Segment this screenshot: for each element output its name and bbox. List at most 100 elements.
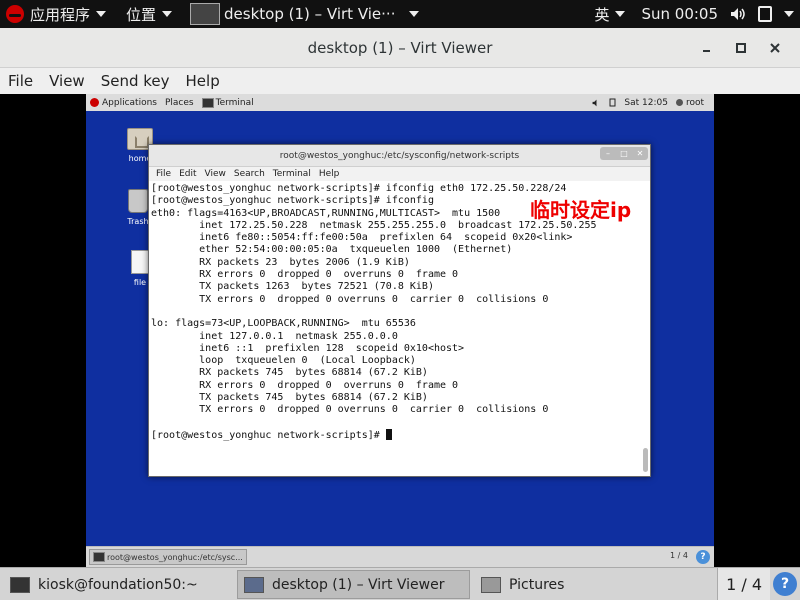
terminal-scrollbar[interactable] [643, 185, 648, 472]
term-menu-view[interactable]: View [201, 169, 230, 179]
term-menu-file[interactable]: File [152, 169, 175, 179]
guest-places-label: Places [164, 97, 194, 108]
desktop-icon-label: Trash [127, 217, 149, 226]
terminal-titlebar[interactable]: root@westos_yonghuc:/etc/sysconfig/netwo… [149, 145, 650, 167]
guest-bottom-panel: root@westos_yonghuc:/etc/sysc... 1 / 4 ? [86, 546, 714, 567]
help-icon[interactable]: ? [773, 572, 797, 596]
speaker-icon[interactable] [588, 99, 605, 107]
clipboard-icon[interactable] [605, 98, 620, 107]
host-window-menu[interactable]: desktop (1) – Virt Vie··· [184, 0, 425, 28]
menu-view[interactable]: View [41, 72, 93, 90]
host-places-label: 位置 [126, 5, 157, 24]
host-applications-menu[interactable]: 应用程序 [0, 0, 112, 28]
terminal-output[interactable]: [root@westos_yonghuc network-scripts]# i… [149, 181, 640, 476]
annotation-text: 临时设定ip [530, 198, 632, 222]
taskbar-item-pictures[interactable]: Pictures [474, 570, 702, 599]
system-menu-arrow[interactable] [778, 0, 800, 28]
trash-icon [128, 189, 148, 213]
guest-top-panel: Applications Places Terminal Sat 12:05 r… [86, 94, 714, 111]
terminal-line: inet 127.0.0.1 netmask 255.0.0.0 [151, 330, 398, 342]
host-workspace-pager[interactable]: 1 / 4 [717, 568, 770, 600]
chevron-down-icon [615, 11, 626, 17]
pictures-icon [481, 576, 501, 593]
terminal-prompt-line[interactable]: [root@westos_yonghuc network-scripts]# [151, 428, 638, 442]
terminal-line: ​ [151, 306, 638, 318]
guest-places-menu[interactable]: Places [161, 98, 198, 108]
guest-workspace-pager[interactable]: 1 / 4 [670, 551, 688, 560]
terminal-line: TX packets 1263 bytes 72521 (70.8 KiB) [151, 281, 434, 293]
term-menu-edit[interactable]: Edit [175, 169, 200, 179]
redhat-icon [90, 98, 99, 107]
guest-applications-menu[interactable]: Applications [86, 98, 161, 108]
close-icon[interactable] [760, 28, 790, 68]
maximize-icon[interactable]: □ [616, 147, 632, 160]
host-taskbar: kiosk@foundation50:~ desktop (1) – Virt … [0, 567, 800, 600]
guest-clock[interactable]: Sat 12:05 [620, 98, 672, 108]
menu-help[interactable]: Help [178, 72, 228, 90]
guest-taskbar-terminal[interactable]: root@westos_yonghuc:/etc/sysc... [89, 549, 247, 565]
term-menu-terminal[interactable]: Terminal [269, 169, 315, 179]
guest-task-label: Terminal [215, 97, 254, 108]
chevron-down-icon [96, 11, 107, 17]
terminal-line: ​ [151, 417, 638, 429]
terminal-icon [10, 576, 30, 593]
terminal-line: loop txqueuelen 0 (Local Loopback) [151, 355, 416, 367]
terminal-line: TX errors 0 dropped 0 overruns 0 carrier… [151, 293, 549, 305]
host-window-title: desktop (1) – Virt Vie··· [224, 5, 396, 23]
file-icon [131, 250, 149, 274]
menu-send-key[interactable]: Send key [93, 72, 178, 90]
guest-applications-label: Applications [102, 97, 157, 108]
speaker-icon[interactable] [724, 0, 752, 28]
scrollbar-thumb[interactable] [643, 448, 648, 472]
terminal-line: TX errors 0 dropped 0 overruns 0 carrier… [151, 404, 549, 416]
terminal-menubar: File Edit View Search Terminal Help [149, 167, 650, 181]
chevron-down-icon [162, 11, 173, 17]
terminal-line: lo: flags=73<UP,LOOPBACK,RUNNING> mtu 65… [151, 318, 416, 330]
help-icon[interactable]: ? [696, 550, 710, 564]
maximize-icon[interactable] [726, 28, 756, 68]
taskbar-label: desktop (1) – Virt Viewer [272, 576, 445, 593]
host-places-menu[interactable]: 位置 [120, 0, 178, 28]
guest-user-menu[interactable]: root [672, 98, 708, 108]
virt-viewer-title: desktop (1) – Virt Viewer [307, 38, 493, 57]
minimize-icon[interactable]: – [600, 147, 616, 160]
minimize-icon[interactable] [692, 28, 722, 68]
terminal-title: root@westos_yonghuc:/etc/sysconfig/netwo… [279, 150, 520, 161]
chevron-down-icon [409, 11, 420, 17]
host-top-panel: 应用程序 位置 desktop (1) – Virt Vie··· 英 Sun … [0, 0, 800, 28]
input-method-indicator[interactable]: 英 [588, 0, 631, 28]
close-icon[interactable]: ✕ [632, 147, 648, 160]
taskbar-item-terminal[interactable]: kiosk@foundation50:~ [3, 570, 235, 599]
redhat-icon [6, 5, 24, 23]
terminal-line: RX packets 745 bytes 68814 (67.2 KiB) [151, 367, 428, 379]
terminal-line: inet6 ::1 prefixlen 128 scopeid 0x10<hos… [151, 342, 465, 354]
desktop-icon-label: file [133, 278, 147, 287]
terminal-line: RX errors 0 dropped 0 overruns 0 frame 0 [151, 269, 459, 281]
taskbar-label: Pictures [509, 576, 565, 593]
guest-user-label: root [685, 97, 704, 108]
chevron-down-icon [784, 11, 794, 17]
host-clock-label: Sun 00:05 [641, 5, 718, 23]
virt-viewer-menubar: File View Send key Help [0, 68, 800, 94]
terminal-cursor [385, 428, 392, 440]
window-thumbnail-icon [190, 3, 221, 25]
user-icon [675, 99, 683, 106]
clipboard-icon[interactable] [752, 0, 778, 28]
guest-taskbar-label: root@westos_yonghuc:/etc/sysc... [107, 552, 243, 562]
host-clock[interactable]: Sun 00:05 [635, 0, 724, 28]
guest-display[interactable]: Applications Places Terminal Sat 12:05 r… [86, 94, 714, 567]
virt-viewer-icon [244, 576, 264, 593]
taskbar-item-virt-viewer[interactable]: desktop (1) – Virt Viewer [237, 570, 470, 599]
term-menu-search[interactable]: Search [230, 169, 269, 179]
terminal-line: RX errors 0 dropped 0 overruns 0 frame 0 [151, 379, 459, 391]
terminal-line: inet6 fe80::5054:ff:fe00:50a prefixlen 6… [151, 232, 573, 244]
virt-viewer-titlebar: desktop (1) – Virt Viewer [0, 28, 800, 68]
input-method-label: 英 [594, 5, 610, 24]
terminal-icon [201, 97, 214, 108]
term-menu-help[interactable]: Help [315, 169, 344, 179]
terminal-line: RX packets 23 bytes 2006 (1.9 KiB) [151, 256, 410, 268]
menu-file[interactable]: File [0, 72, 41, 90]
guest-task-terminal[interactable]: Terminal [198, 97, 258, 108]
taskbar-label: kiosk@foundation50:~ [38, 576, 198, 593]
terminal-icon [93, 552, 105, 562]
